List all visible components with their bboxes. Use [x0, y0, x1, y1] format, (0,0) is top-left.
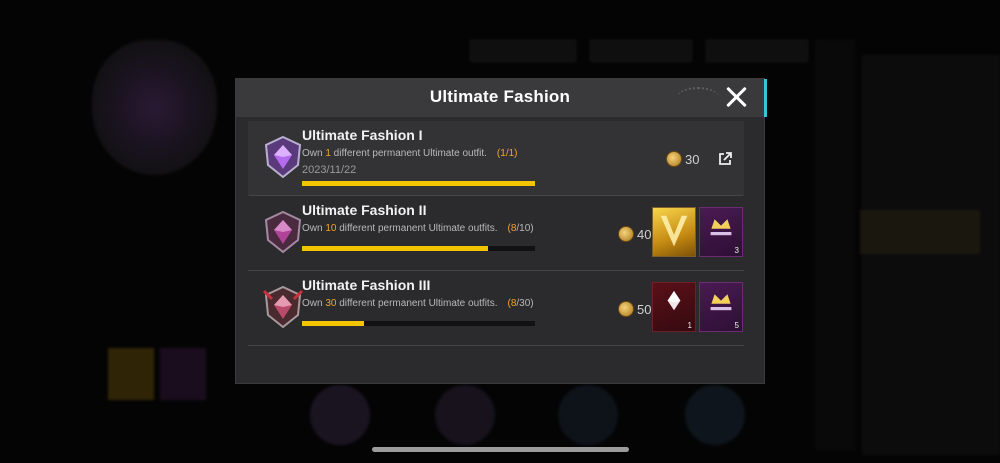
- points-value: 50: [637, 301, 652, 317]
- progress-total: /1): [505, 148, 518, 159]
- reward-count: 5: [734, 321, 739, 330]
- desc-suffix: different permanent Ultimate outfit.: [330, 148, 487, 159]
- progress-bar-fill: [302, 246, 489, 251]
- accent-edge: [764, 79, 767, 117]
- ultimate-crown-icon: [710, 219, 732, 236]
- desc-target: 30: [325, 298, 337, 309]
- achievement-points: 50: [618, 301, 651, 317]
- close-button[interactable]: [724, 85, 748, 109]
- desc-target: 10: [325, 223, 337, 234]
- desc-suffix: different permanent Ultimate outfits.: [336, 223, 498, 234]
- points-coin-icon: [618, 226, 634, 242]
- achievement-description: Own 10 different permanent Ultimate outf…: [302, 223, 534, 234]
- progress-text: (1/1): [497, 148, 518, 159]
- achievement-points: 30: [666, 151, 699, 167]
- achievement-name: Ultimate Fashion II: [302, 202, 427, 218]
- red-diamond-badge-icon: [262, 285, 304, 329]
- achievement-description: Own 30 different permanent Ultimate outf…: [302, 298, 534, 309]
- progress-text: (8/30): [507, 298, 533, 309]
- achievement-row-1[interactable]: Ultimate Fashion I Own 1 different perma…: [248, 121, 744, 196]
- desc-prefix: Own: [302, 223, 326, 234]
- share-link-icon[interactable]: [718, 152, 732, 166]
- header-decoration: [676, 87, 720, 111]
- progress-bar-fill: [302, 181, 535, 186]
- achievement-list: Ultimate Fashion I Own 1 different perma…: [248, 121, 744, 346]
- reward-ultimate-crate[interactable]: 3: [699, 207, 743, 257]
- achievement-description: Own 1 different permanent Ultimate outfi…: [302, 148, 518, 159]
- purple-diamond-badge-icon: [264, 135, 302, 179]
- progress-bar-fill: [302, 321, 365, 326]
- dialog-header: Ultimate Fashion: [236, 79, 767, 117]
- ultimate-crown-icon: [710, 294, 732, 311]
- achievement-row-3[interactable]: Ultimate Fashion III Own 30 different pe…: [248, 271, 744, 346]
- points-coin-icon: [618, 301, 634, 317]
- gold-emblem-icon: [660, 215, 688, 247]
- desc-suffix: different permanent Ultimate outfits.: [336, 298, 498, 309]
- progress-total: /10): [516, 223, 534, 234]
- achievement-name: Ultimate Fashion I: [302, 127, 423, 143]
- reward-count: 3: [734, 246, 739, 255]
- completion-date: 2023/11/22: [302, 164, 357, 176]
- points-value: 40: [637, 226, 652, 242]
- achievement-dialog: Ultimate Fashion Ultimate Fashion I Own …: [235, 78, 767, 384]
- reward-ultimate-crate[interactable]: 5: [699, 282, 743, 332]
- reward-ultimate-emblem[interactable]: 1: [652, 282, 696, 332]
- reward-count: 1: [687, 321, 692, 330]
- achievement-row-2[interactable]: Ultimate Fashion II Own 10 different per…: [248, 196, 744, 271]
- points-value: 30: [685, 151, 700, 167]
- progress-total: /30): [516, 298, 534, 309]
- desc-prefix: Own: [302, 148, 326, 159]
- desc-prefix: Own: [302, 298, 326, 309]
- progress-bar: [302, 246, 535, 251]
- progress-bar: [302, 321, 535, 326]
- achievement-name: Ultimate Fashion III: [302, 277, 431, 293]
- achievement-points: 40: [618, 226, 651, 242]
- points-coin-icon: [666, 151, 682, 167]
- home-indicator[interactable]: [372, 447, 629, 452]
- progress-bar: [302, 181, 535, 186]
- reward-gold-emblem[interactable]: [652, 207, 696, 257]
- progress-text: (8/10): [507, 223, 533, 234]
- magenta-diamond-badge-icon: [264, 210, 302, 254]
- white-diamond-emblem-icon: [667, 291, 681, 311]
